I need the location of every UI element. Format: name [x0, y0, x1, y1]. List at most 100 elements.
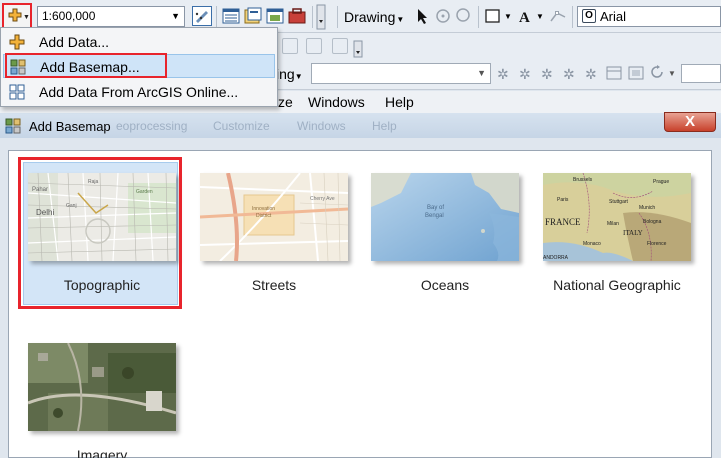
menu-analyze[interactable]: ze: [278, 94, 293, 110]
svg-text:A: A: [519, 10, 530, 25]
map-label: Raja: [88, 179, 99, 185]
map-label: Delhi: [36, 208, 54, 217]
ghost-menu-item: Customize: [213, 119, 270, 133]
basemap-grid-icon: [10, 59, 26, 75]
chevron-down-icon[interactable]: ▼: [477, 68, 486, 78]
basemap-tile-oceans[interactable]: Bay of Bengal Oceans: [371, 173, 519, 303]
toolbar-menu-partial[interactable]: ing▼: [276, 66, 303, 82]
map-label: Pahar: [32, 187, 48, 193]
chevron-down-icon[interactable]: ▼: [668, 69, 676, 78]
drawing-menu[interactable]: Drawing▼: [344, 9, 404, 25]
chevron-down-icon[interactable]: ▼: [504, 12, 512, 21]
add-data-plus-icon: [8, 8, 22, 22]
ghost-menu-item: Windows: [297, 119, 346, 133]
close-button[interactable]: X: [664, 112, 716, 132]
map-label: Florence: [647, 241, 667, 247]
rotation-input[interactable]: [681, 64, 721, 83]
map-label: Bologna: [643, 219, 662, 225]
viewer-icon[interactable]: [628, 65, 644, 81]
menu-windows[interactable]: Windows: [308, 94, 365, 110]
menu-item-add-data[interactable]: Add Data...: [3, 30, 275, 54]
rotate-icon[interactable]: [434, 7, 452, 25]
toolbar-separator: [216, 6, 217, 28]
basemap-tile-topographic[interactable]: Pahar Delhi Ganj Raja Garden Topographic: [28, 173, 176, 303]
map-label: Garden: [136, 189, 153, 195]
map-scale-combobox[interactable]: 1:600,000 ▼: [37, 6, 185, 27]
chevron-down-icon: ▼: [396, 15, 405, 24]
dialog-title: Add Basemap: [29, 119, 111, 134]
toolbar-overflow-icon[interactable]: [316, 4, 326, 30]
map-label: Munich: [639, 205, 655, 211]
basemap-tile-imagery[interactable]: Imagery: [28, 343, 176, 458]
arcgis-online-grid-icon: [9, 84, 25, 100]
add-data-dropdown-menu: Add Data... Add Basemap... Add Data From…: [0, 27, 278, 107]
map-label: District: [256, 213, 272, 219]
add-data-button[interactable]: ▼: [2, 3, 32, 29]
basemap-label: Imagery: [76, 447, 128, 458]
basemap-tile-national-geographic[interactable]: Brussels Prague Paris FRANCE Stuttgart M…: [543, 173, 691, 303]
add-control-point-icon[interactable]: ✲: [519, 66, 531, 83]
toolbar-tool-icon[interactable]: [306, 38, 322, 54]
basemap-label: Oceans: [420, 277, 470, 293]
new-text-icon[interactable]: A: [516, 7, 534, 25]
font-combobox[interactable]: O Arial: [577, 6, 721, 27]
chevron-down-icon: ▼: [294, 72, 303, 81]
rectangle-icon[interactable]: [484, 7, 502, 25]
rotate-tool-icon[interactable]: [649, 64, 665, 80]
arctoolbox-icon[interactable]: [288, 7, 306, 25]
imagery-thumbnail: [28, 343, 176, 431]
map-label: Prague: [653, 179, 669, 185]
zoom-whole-page-icon[interactable]: [455, 7, 473, 25]
topographic-thumbnail: Pahar Delhi Ganj Raja Garden: [28, 173, 176, 261]
basemap-label: Streets: [251, 277, 297, 293]
add-control-point-icon[interactable]: ✲: [585, 66, 597, 83]
national-geographic-thumbnail: Brussels Prague Paris FRANCE Stuttgart M…: [543, 173, 691, 261]
menu-item-add-data-arcgis-online[interactable]: Add Data From ArcGIS Online...: [3, 80, 275, 104]
add-data-icon: [9, 34, 25, 50]
map-label: Bay of: [427, 205, 444, 211]
map-label: FRANCE: [545, 217, 581, 227]
add-control-point-icon[interactable]: ✲: [541, 66, 553, 83]
map-label: Stuttgart: [609, 199, 629, 205]
basemap-tile-streets[interactable]: Innovation District Cherry Ave Streets: [200, 173, 348, 303]
editor-pencil-icon[interactable]: [192, 6, 212, 26]
drawing-label: Drawing: [344, 9, 396, 25]
partial-menu-label: ing: [276, 66, 295, 82]
toolbar-separator: [337, 6, 338, 28]
ghost-menu-item: Help: [372, 119, 397, 133]
add-control-point-icon[interactable]: ✲: [563, 66, 575, 83]
basemap-grid-icon: [5, 118, 21, 134]
add-control-point-icon[interactable]: ✲: [497, 66, 509, 83]
map-label: Paris: [557, 197, 569, 203]
map-label: Monaco: [583, 241, 601, 247]
toolbar-separator: [572, 6, 573, 28]
edit-vertices-icon[interactable]: [549, 7, 567, 25]
menu-item-add-basemap[interactable]: Add Basemap...: [3, 54, 275, 78]
toolbar-overflow-icon[interactable]: [353, 40, 363, 58]
ghost-menu-item: eoprocessing: [116, 119, 188, 133]
chevron-down-icon[interactable]: ▼: [23, 14, 30, 21]
close-icon: X: [684, 113, 695, 130]
map-label: Innovation: [252, 206, 275, 212]
map-label: Ganj: [66, 203, 77, 209]
chevron-down-icon[interactable]: ▼: [536, 12, 544, 21]
streets-thumbnail: Innovation District Cherry Ave: [200, 173, 348, 261]
map-label: Cherry Ave: [310, 196, 335, 202]
menu-help[interactable]: Help: [385, 94, 414, 110]
add-basemap-dialog-titlebar[interactable]: Add Basemap eoprocessing Customize Windo…: [0, 113, 721, 138]
search-window-icon[interactable]: [266, 7, 284, 25]
select-elements-icon[interactable]: [414, 7, 432, 25]
basemap-label: National Geographic: [553, 277, 681, 293]
toolbar-tool-icon[interactable]: [282, 38, 298, 54]
link-table-icon[interactable]: [606, 65, 622, 81]
catalog-window-icon[interactable]: [244, 7, 262, 25]
toolbar-separator: [478, 6, 479, 28]
map-label: ITALY: [623, 229, 643, 237]
table-window-icon[interactable]: [222, 7, 240, 25]
toolbar-tool-icon[interactable]: [332, 38, 348, 54]
map-label: ANDORRA: [543, 255, 569, 261]
layer-combobox[interactable]: ▼: [311, 63, 491, 84]
menu-item-label: Add Data...: [39, 34, 110, 50]
font-value: Arial: [600, 9, 627, 24]
chevron-down-icon[interactable]: ▼: [171, 11, 180, 21]
